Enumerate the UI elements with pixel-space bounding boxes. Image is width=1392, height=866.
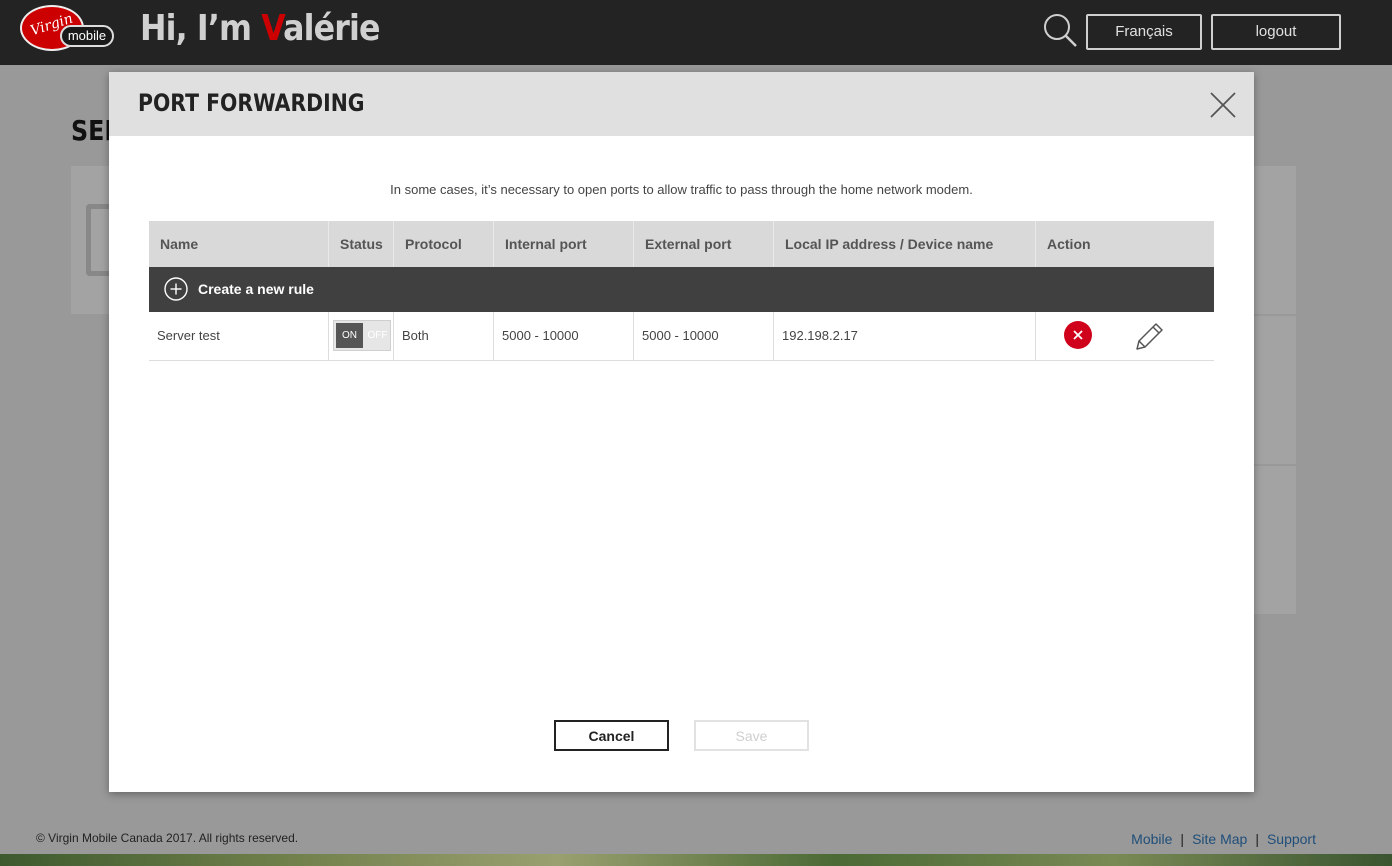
pencil-edit-icon[interactable] bbox=[1132, 320, 1166, 354]
close-icon[interactable] bbox=[1208, 90, 1238, 120]
column-header-protocol: Protocol bbox=[394, 221, 494, 267]
footer-links: Mobile | Site Map | Support bbox=[1131, 831, 1316, 847]
dialog-intro-text: In some cases, it’s necessary to open po… bbox=[390, 182, 973, 197]
column-header-local-ip: Local IP address / Device name bbox=[774, 221, 1036, 267]
column-header-name: Name bbox=[149, 221, 329, 267]
footer-banner-image bbox=[0, 854, 1392, 866]
greeting-title: Hi, I’m Valérie bbox=[140, 8, 380, 49]
rule-internal-port: 5000 - 10000 bbox=[494, 312, 634, 360]
background-card bbox=[1254, 466, 1296, 614]
footer-link-site-map[interactable]: Site Map bbox=[1192, 831, 1247, 847]
virgin-mobile-logo[interactable]: Virgin mobile bbox=[20, 5, 116, 57]
create-rule-row[interactable]: Create a new rule bbox=[149, 267, 1214, 312]
x-icon bbox=[1073, 330, 1083, 340]
logo-sub: mobile bbox=[60, 25, 114, 47]
rule-local-ip: 192.198.2.17 bbox=[774, 312, 1036, 360]
rule-status-toggle[interactable]: ON OFF bbox=[333, 320, 391, 351]
table-header: Name Status Protocol Internal port Exter… bbox=[149, 221, 1214, 267]
top-header: Virgin mobile Hi, I’m Valérie Français l… bbox=[0, 0, 1392, 65]
port-rules-table: Name Status Protocol Internal port Exter… bbox=[149, 221, 1214, 361]
cancel-button[interactable]: Cancel bbox=[554, 720, 669, 751]
background-card bbox=[1254, 316, 1296, 464]
port-forwarding-dialog: PORT FORWARDING In some cases, it’s nece… bbox=[109, 72, 1254, 792]
table-row: Server test ON OFF Both 5000 - 10000 500… bbox=[149, 312, 1214, 361]
logout-button[interactable]: logout bbox=[1211, 14, 1341, 50]
plus-circle-icon bbox=[164, 277, 188, 301]
background-card bbox=[1254, 166, 1296, 314]
column-header-internal-port: Internal port bbox=[494, 221, 634, 267]
footer-link-support[interactable]: Support bbox=[1267, 831, 1316, 847]
toggle-off-label: OFF bbox=[367, 330, 388, 341]
language-toggle-button[interactable]: Français bbox=[1086, 14, 1202, 50]
footer-link-mobile[interactable]: Mobile bbox=[1131, 831, 1172, 847]
delete-rule-button[interactable] bbox=[1064, 321, 1092, 349]
rule-external-port: 5000 - 10000 bbox=[634, 312, 774, 360]
footer-copyright: © Virgin Mobile Canada 2017. All rights … bbox=[36, 831, 299, 845]
greeting-accent: V bbox=[261, 8, 284, 49]
save-button[interactable]: Save bbox=[694, 720, 809, 751]
search-icon[interactable] bbox=[1042, 12, 1078, 48]
toggle-on-label: ON bbox=[336, 323, 363, 348]
rule-name: Server test bbox=[149, 312, 329, 360]
footer-separator: | bbox=[1255, 831, 1259, 847]
column-header-external-port: External port bbox=[634, 221, 774, 267]
dialog-title: PORT FORWARDING bbox=[138, 89, 365, 117]
greeting-rest: alérie bbox=[283, 8, 380, 49]
column-header-action: Action bbox=[1047, 236, 1091, 252]
rule-protocol: Both bbox=[394, 312, 494, 360]
footer-separator: | bbox=[1180, 831, 1185, 847]
greeting-prefix: Hi, I’m bbox=[140, 8, 262, 49]
create-rule-label: Create a new rule bbox=[198, 281, 314, 297]
dialog-header: PORT FORWARDING bbox=[109, 72, 1254, 136]
column-header-status: Status bbox=[329, 221, 394, 267]
